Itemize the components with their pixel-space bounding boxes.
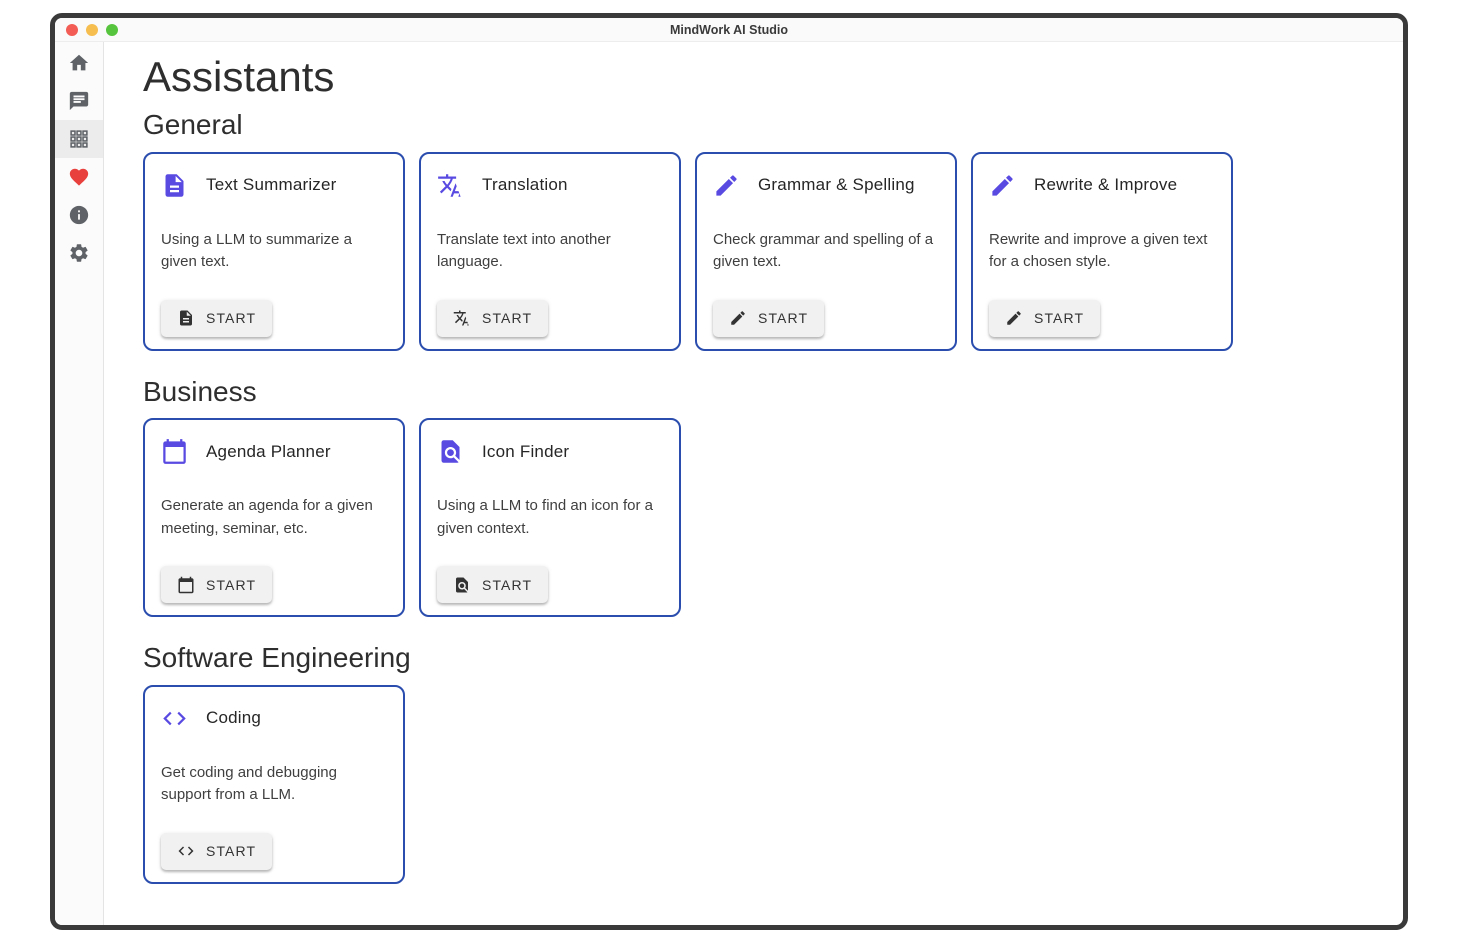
info-icon <box>68 204 90 226</box>
sections-container: General Text Summarizer Using a LLM to s… <box>143 108 1383 884</box>
section-title: Business <box>143 375 1383 409</box>
find-in-page-icon <box>437 438 464 465</box>
app-window: MindWork AI Studio Assistants General Te… <box>50 13 1408 930</box>
card-header: Translation <box>437 168 663 199</box>
card-row: Coding Get coding and debugging support … <box>143 685 1383 884</box>
translate-icon <box>437 172 464 199</box>
card-description: Translate text into another language. <box>437 229 663 274</box>
assistant-card[interactable]: Translation Translate text into another … <box>419 152 681 351</box>
start-button[interactable]: START <box>161 833 272 870</box>
assistant-card[interactable]: Coding Get coding and debugging support … <box>143 685 405 884</box>
card-title: Grammar & Spelling <box>758 175 915 195</box>
code-icon <box>177 842 195 860</box>
card-title: Coding <box>206 708 261 728</box>
card-description: Get coding and debugging support from a … <box>161 762 387 807</box>
card-description: Check grammar and spelling of a given te… <box>713 229 939 274</box>
start-button[interactable]: START <box>161 300 272 337</box>
calendar-icon <box>161 438 188 465</box>
assistant-card[interactable]: Text Summarizer Using a LLM to summarize… <box>143 152 405 351</box>
card-title: Agenda Planner <box>206 442 331 462</box>
apps-icon <box>68 128 90 150</box>
assistant-card[interactable]: Grammar & Spelling Check grammar and spe… <box>695 152 957 351</box>
start-button[interactable]: START <box>437 566 548 603</box>
start-button-label: START <box>206 577 256 593</box>
card-row: Agenda Planner Generate an agenda for a … <box>143 418 1383 617</box>
window-title: MindWork AI Studio <box>670 23 788 37</box>
card-row: Text Summarizer Using a LLM to summarize… <box>143 152 1383 351</box>
window-body: Assistants General Text Summarizer Using… <box>55 42 1403 925</box>
card-header: Text Summarizer <box>161 168 387 199</box>
start-button-label: START <box>1034 310 1084 326</box>
assistant-section: Business Agenda Planner Generate an agen… <box>143 375 1383 618</box>
assistant-card[interactable]: Rewrite & Improve Rewrite and improve a … <box>971 152 1233 351</box>
sidebar-item-assistants[interactable] <box>55 120 103 158</box>
card-title: Text Summarizer <box>206 175 337 195</box>
main-content: Assistants General Text Summarizer Using… <box>104 42 1403 925</box>
assistant-card[interactable]: Agenda Planner Generate an agenda for a … <box>143 418 405 617</box>
section-title: General <box>143 108 1383 142</box>
start-button[interactable]: START <box>713 300 824 337</box>
translate-icon <box>453 309 471 327</box>
zoom-button[interactable] <box>106 24 118 36</box>
edit-icon <box>989 172 1016 199</box>
chat-icon <box>68 90 90 112</box>
card-title: Icon Finder <box>482 442 569 462</box>
calendar-icon <box>177 576 195 594</box>
assistant-section: General Text Summarizer Using a LLM to s… <box>143 108 1383 351</box>
card-title: Rewrite & Improve <box>1034 175 1177 195</box>
minimize-button[interactable] <box>86 24 98 36</box>
home-icon <box>68 52 90 74</box>
card-header: Grammar & Spelling <box>713 168 939 199</box>
card-header: Agenda Planner <box>161 434 387 465</box>
sidebar-item-settings[interactable] <box>55 234 103 272</box>
sidebar-item-about[interactable] <box>55 196 103 234</box>
start-button-label: START <box>758 310 808 326</box>
edit-icon <box>1005 309 1023 327</box>
page-title: Assistants <box>143 54 1383 100</box>
sidebar-item-favorites[interactable] <box>55 158 103 196</box>
card-header: Rewrite & Improve <box>989 168 1215 199</box>
start-button-label: START <box>482 310 532 326</box>
start-button-label: START <box>482 577 532 593</box>
start-button[interactable]: START <box>989 300 1100 337</box>
card-description: Using a LLM to summarize a given text. <box>161 229 387 274</box>
description-icon <box>177 309 195 327</box>
card-description: Generate an agenda for a given meeting, … <box>161 495 387 540</box>
start-button-label: START <box>206 843 256 859</box>
card-description: Using a LLM to find an icon for a given … <box>437 495 663 540</box>
section-title: Software Engineering <box>143 641 1383 675</box>
start-button[interactable]: START <box>161 566 272 603</box>
heart-icon <box>68 166 90 188</box>
close-button[interactable] <box>66 24 78 36</box>
start-button-label: START <box>206 310 256 326</box>
sidebar-item-chats[interactable] <box>55 82 103 120</box>
card-title: Translation <box>482 175 568 195</box>
window-controls <box>66 24 118 36</box>
sidebar-item-home[interactable] <box>55 44 103 82</box>
code-icon <box>161 705 188 732</box>
assistant-section: Software Engineering Coding Get coding a… <box>143 641 1383 884</box>
card-header: Icon Finder <box>437 434 663 465</box>
card-header: Coding <box>161 701 387 732</box>
edit-icon <box>713 172 740 199</box>
start-button[interactable]: START <box>437 300 548 337</box>
sidebar <box>55 42 104 925</box>
find-in-page-icon <box>453 576 471 594</box>
titlebar[interactable]: MindWork AI Studio <box>55 18 1403 42</box>
settings-icon <box>68 242 90 264</box>
edit-icon <box>729 309 747 327</box>
card-description: Rewrite and improve a given text for a c… <box>989 229 1215 274</box>
description-icon <box>161 172 188 199</box>
assistant-card[interactable]: Icon Finder Using a LLM to find an icon … <box>419 418 681 617</box>
